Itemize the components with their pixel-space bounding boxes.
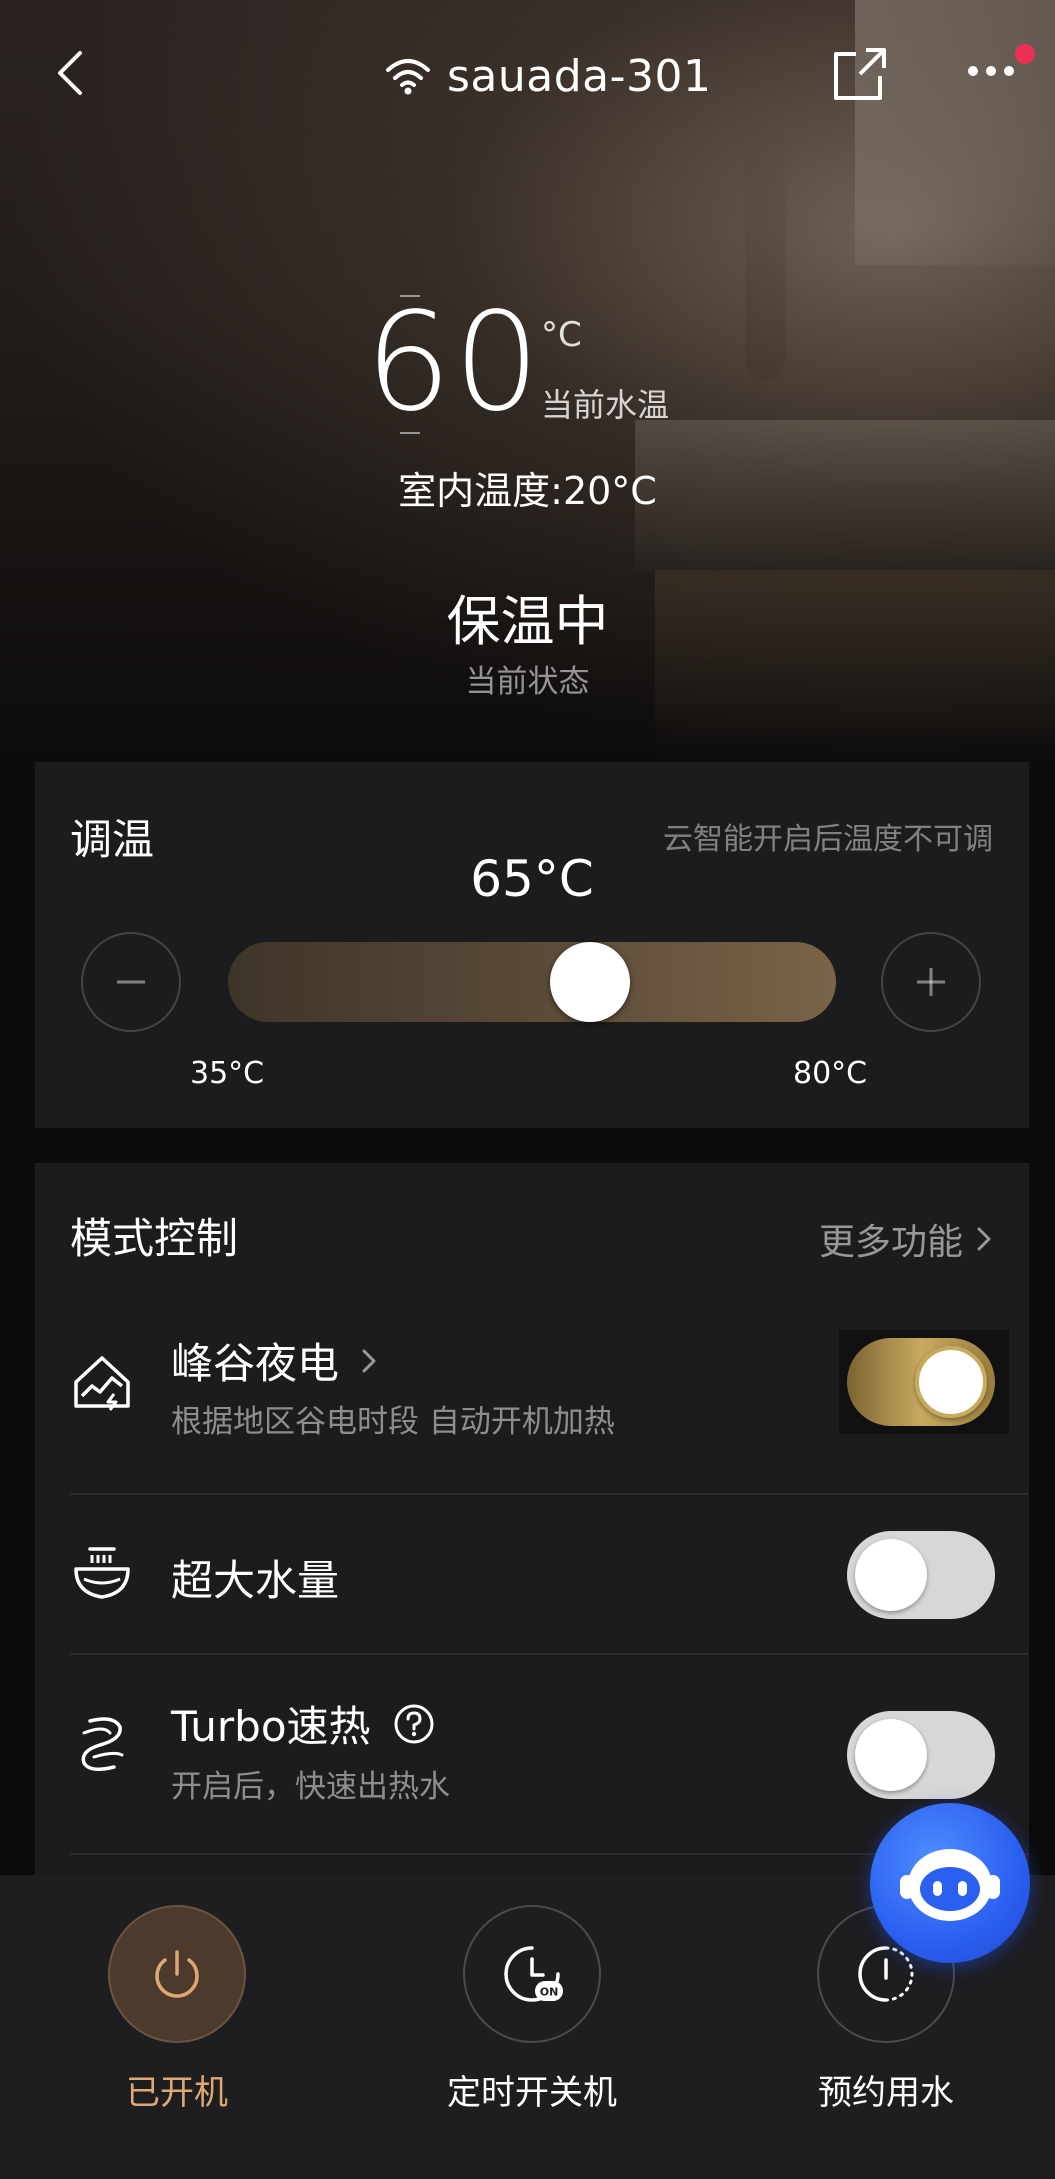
timer-circle: ON [463, 1905, 601, 2043]
min-temp-label: 35°C [190, 1056, 265, 1091]
timer-on-icon: ON [504, 1946, 563, 2002]
chevron-right-icon [362, 1349, 376, 1372]
current-water-temp: 60 [365, 284, 543, 442]
mode-title-text: 峰谷夜电 [171, 1339, 340, 1388]
temp-tick-bottom [400, 432, 420, 434]
robot-icon [900, 1849, 1000, 1921]
timer-switch-button[interactable]: ON 定时开关机 [432, 1905, 632, 2114]
mode-row-valley-power[interactable]: 峰谷夜电 根据地区谷电时段 自动开机加热 [35, 1308, 1029, 1458]
mode-control-title: 模式控制 [70, 1214, 239, 1263]
toggle-knob [855, 1719, 927, 1791]
minus-icon [117, 980, 145, 984]
valley-power-icon [74, 1356, 130, 1411]
chevron-right-icon [977, 1227, 991, 1251]
share-icon [834, 48, 886, 100]
notification-dot [1015, 44, 1035, 64]
mode-control-card: 模式控制 更多功能 峰谷夜电 根据地区谷电时段 自动开机加热 超大水量 Turb… [35, 1163, 1029, 1883]
timer-label: 定时开关机 [447, 2073, 617, 2113]
mode-title: 峰谷夜电 [171, 1330, 377, 1391]
mode-title-text: 超大水量 [171, 1556, 340, 1605]
more-functions-label: 更多功能 [818, 1222, 963, 1263]
schedule-label: 预约用水 [818, 2073, 954, 2113]
more-options-button[interactable] [965, 56, 1025, 86]
mode-row-turbo[interactable]: Turbo速热 开启后，快速出热水 [35, 1655, 1029, 1851]
toggle-knob [915, 1346, 987, 1418]
device-name: sauada-301 [447, 50, 712, 102]
mode-title: Turbo速热 [171, 1693, 435, 1754]
more-dots-icon [968, 66, 1014, 76]
power-label: 已开机 [126, 2073, 228, 2113]
top-bar: sauada-301 [0, 0, 1055, 150]
valley-power-toggle[interactable] [847, 1338, 995, 1426]
mode-title: 超大水量 [171, 1547, 339, 1608]
mode-row-large-water[interactable]: 超大水量 [35, 1495, 1029, 1653]
mode-title-text: Turbo速热 [171, 1702, 371, 1751]
increase-temp-button[interactable] [881, 932, 981, 1032]
temp-unit: °C [541, 315, 582, 355]
temp-slider-track[interactable] [228, 942, 836, 1022]
device-title: sauada-301 [385, 48, 712, 104]
temp-slider-knob[interactable] [550, 942, 630, 1022]
svg-text:ON: ON [540, 1986, 559, 1999]
toggle-knob [855, 1539, 927, 1611]
status-caption: 当前状态 [465, 664, 590, 700]
power-circle [108, 1905, 246, 2043]
power-button[interactable]: 已开机 [77, 1905, 277, 2114]
plus-icon [917, 968, 945, 996]
more-functions-link[interactable]: 更多功能 [819, 1213, 993, 1265]
mode-subtitle: 根据地区谷电时段 自动开机加热 [171, 1404, 615, 1440]
app-screen: sauada-301 60 °C 当前水温 室内温度:20°C 保温中 当前状态… [0, 0, 1055, 2179]
current-status: 保温中 [446, 590, 609, 653]
power-icon [155, 1950, 199, 1998]
turbo-icon [81, 1717, 124, 1771]
temp-control-card: 调温 云智能开启后温度不可调 65°C 35°C 80°C [35, 762, 1029, 1128]
max-temp-label: 80°C [793, 1056, 868, 1091]
assistant-button[interactable] [870, 1803, 1030, 1963]
back-button[interactable] [50, 48, 100, 98]
share-button[interactable] [830, 44, 890, 104]
chevron-left-icon [58, 51, 82, 95]
bg-vase [745, 120, 785, 380]
wifi-icon [386, 59, 430, 95]
current-temp-caption: 当前水温 [541, 386, 670, 424]
turbo-toggle[interactable] [847, 1711, 995, 1799]
large-water-icon [74, 1547, 130, 1599]
mode-subtitle: 开启后，快速出热水 [171, 1769, 450, 1805]
room-temperature: 室内温度:20°C [398, 469, 657, 513]
decrease-temp-button[interactable] [81, 932, 181, 1032]
help-icon[interactable] [393, 1703, 435, 1745]
large-water-toggle[interactable] [847, 1531, 995, 1619]
set-temperature: 65°C [470, 850, 594, 908]
